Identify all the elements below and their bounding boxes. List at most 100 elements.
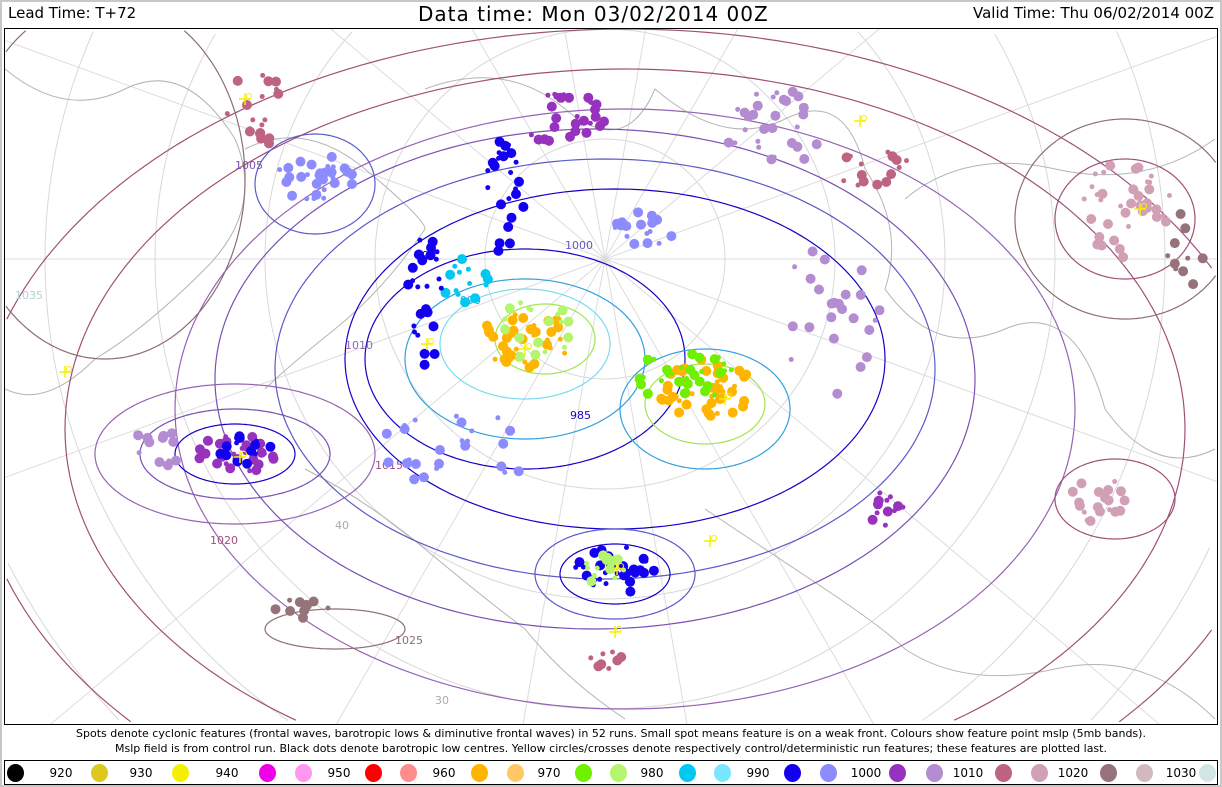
feature-spot [674,407,685,418]
feature-spot [470,293,481,304]
feature-spot [234,435,240,441]
feature-spot [1074,500,1085,511]
deterministic-cross-icon [704,535,716,547]
feature-spot [434,249,440,255]
feature-spot [1092,171,1098,177]
coastline [904,138,1216,200]
isobar-contour [6,578,132,723]
feature-spot [381,428,392,439]
legend-label: 1030 [1165,766,1197,780]
feature-spot [465,438,470,444]
feature-spot [732,383,737,389]
feature-spot [656,393,667,404]
feature-spot [1126,198,1137,209]
coastline [704,508,1216,720]
feature-spot [1094,192,1100,198]
legend-swatch [91,764,108,782]
longitude-line [5,258,606,478]
feature-spot [665,372,670,378]
feature-spot [603,581,609,587]
feature-spot [244,126,255,137]
feature-spot [410,459,421,469]
feature-spot [864,325,875,335]
feature-spot [732,140,738,146]
feature-spot [1110,506,1121,517]
feature-spot [1076,478,1087,489]
legend-swatch [889,764,906,782]
feature-spot [496,150,502,156]
legend-swatch [471,764,488,782]
feature-spot [682,378,693,389]
lead-time: Lead Time: T+72 [8,4,137,22]
legend-label: 1000 [850,766,882,780]
feature-spot [296,171,307,182]
latitude-line [7,562,120,721]
feature-spot [515,351,525,362]
legend-label: 950 [327,766,351,780]
feature-spot [887,494,893,500]
contour-label: 40 [335,519,349,532]
contour-label: 1010 [345,339,373,352]
feature-spot [826,312,837,323]
coastline [5,68,246,396]
feature-spot [433,256,439,262]
feature-spot [848,313,859,324]
feature-spot [814,284,824,295]
feature-spot [1133,162,1144,173]
feature-spot [1180,223,1191,234]
isobar-contour [1014,118,1217,320]
feature-spot [636,219,646,230]
feature-spot [1169,238,1180,249]
feature-spot [774,90,780,96]
feature-spot [564,92,574,103]
feature-spot [496,199,506,210]
feature-spot [904,158,909,164]
feature-spot [874,510,880,516]
valid-time: Valid Time: Thu 06/02/2014 00Z [973,4,1214,22]
feature-spot [287,190,298,201]
pressure-colour-legend: 920 930 940 950 960 970 980 990 1000 1010 1020 1030 [4,760,1218,785]
feature-spot [625,586,636,597]
legend-label: 970 [537,766,561,780]
feature-spot [1081,509,1087,515]
feature-spot [419,359,430,370]
cyclone-feature-map: 9951000100510101015102010259859901035304… [4,28,1218,725]
feature-spot [574,114,580,119]
feature-spot [881,177,892,187]
feature-spot [892,508,897,514]
feature-spot [1085,516,1096,526]
feature-spot [642,388,653,399]
feature-spot [840,289,851,300]
feature-spot [339,163,350,174]
feature-spot [1144,184,1155,195]
deterministic-cross-icon [854,115,866,127]
feature-spot [557,336,563,342]
legend-swatch [1100,764,1117,782]
feature-spot [1145,179,1150,185]
feature-spot [676,398,682,404]
legend-swatch [1136,764,1153,782]
feature-spot [503,222,514,232]
contour-label: 1025 [395,634,423,647]
feature-spot [411,323,417,329]
feature-spot [415,332,421,338]
feature-spot [1119,495,1130,506]
feature-spot [593,661,604,672]
feature-spot [419,348,430,359]
feature-spot [714,379,720,385]
coastline [304,468,626,720]
feature-spot [262,117,268,123]
feature-spot [1109,235,1120,246]
feature-spot [587,120,593,126]
feature-spot [133,430,144,441]
feature-spot [407,262,418,273]
feature-spot [514,176,524,187]
feature-spot [547,345,553,351]
feature-spot [426,242,436,253]
feature-spot [549,122,560,132]
feature-spot [578,115,589,126]
feature-spot [467,281,473,286]
feature-spot [1089,184,1095,190]
control-circle-icon [526,343,532,349]
feature-spot [562,350,568,356]
